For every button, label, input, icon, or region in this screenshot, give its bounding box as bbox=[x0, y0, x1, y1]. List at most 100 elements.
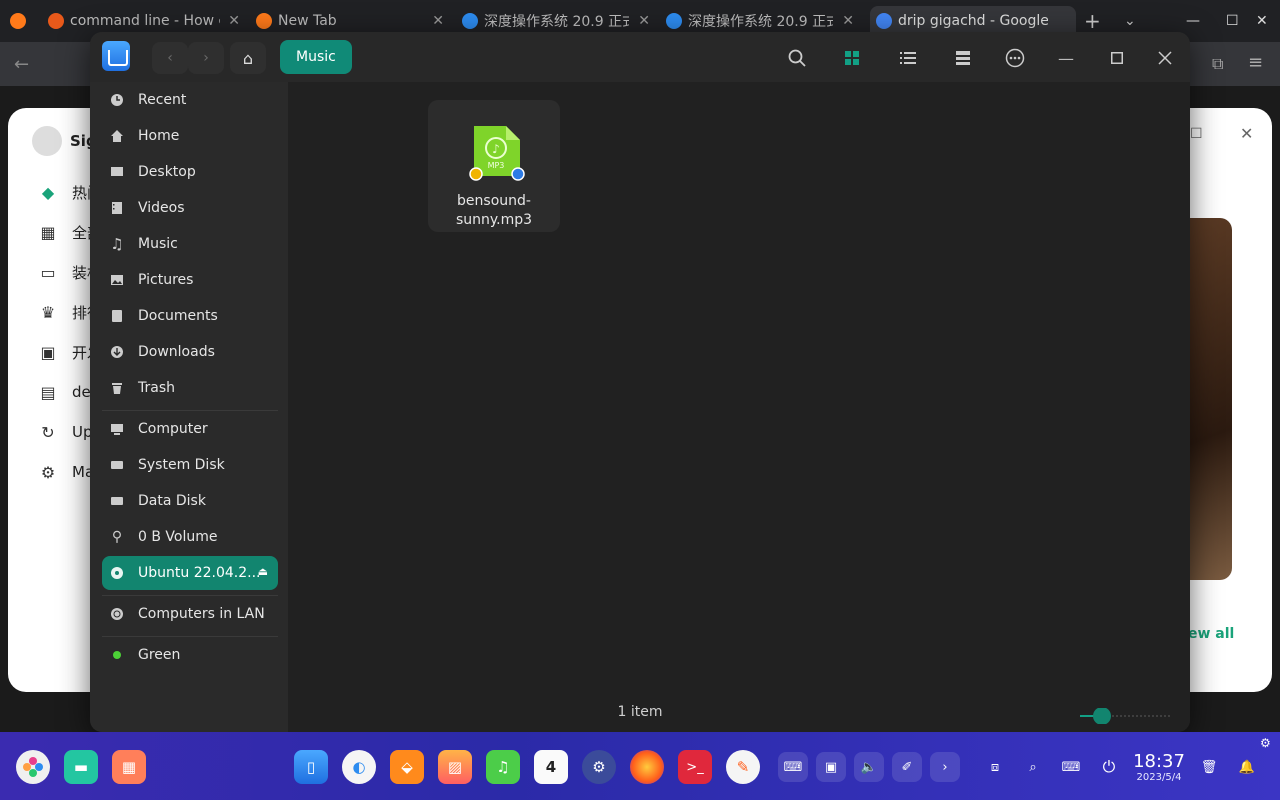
sidebar-item-music[interactable]: ♫ Music bbox=[102, 227, 278, 261]
more-options-icon[interactable] bbox=[1000, 43, 1030, 73]
file-name-label: bensound- sunny.mp3 bbox=[455, 193, 533, 228]
video-icon bbox=[108, 199, 126, 217]
sidebar-item-data-disk[interactable]: Data Disk bbox=[102, 484, 278, 518]
dock-settings-gear-icon[interactable]: ⚙ bbox=[1260, 736, 1271, 750]
flame-icon: ◆ bbox=[41, 183, 55, 202]
svg-text:♪: ♪ bbox=[492, 142, 500, 156]
file-manager-titlebar: ‹ › ⌂ Music — bbox=[90, 32, 1190, 82]
close-tab-icon[interactable]: ✕ bbox=[228, 13, 240, 29]
show-desktop-icon[interactable]: ▦ bbox=[112, 750, 146, 784]
behind-banner-image bbox=[1190, 218, 1232, 580]
chat-icon: ▤ bbox=[40, 382, 56, 402]
firefox-dock-icon[interactable] bbox=[630, 750, 664, 784]
music-icon: ♫ bbox=[110, 235, 124, 253]
file-item-bensound-sunny[interactable]: ♪ MP3 bensound- sunny.mp3 bbox=[428, 100, 560, 232]
firefox-icon bbox=[256, 13, 272, 29]
tray-expand-chevron-icon[interactable]: › bbox=[930, 752, 960, 782]
sidebar-item-0b-volume[interactable]: ⚲ 0 B Volume bbox=[102, 520, 278, 554]
deepin-icon bbox=[462, 13, 478, 29]
extensions-icon[interactable]: ⧉ bbox=[1212, 54, 1223, 74]
close-tab-icon[interactable]: ✕ bbox=[432, 13, 444, 29]
search-dock-icon[interactable]: ⌕ bbox=[1018, 752, 1048, 782]
terminal-icon: ▣ bbox=[40, 343, 56, 362]
calendar-icon[interactable]: 4 bbox=[534, 750, 568, 784]
control-center-icon[interactable]: ⚙ bbox=[582, 750, 616, 784]
breadcrumb-music[interactable]: Music bbox=[280, 40, 352, 74]
browser-maximize-icon[interactable]: ☐ bbox=[1226, 6, 1242, 36]
detail-view-icon[interactable] bbox=[948, 43, 978, 73]
sidebar-item-desktop[interactable]: Desktop bbox=[102, 155, 278, 189]
eject-icon[interactable]: ⏏ bbox=[258, 565, 268, 578]
search-icon[interactable] bbox=[782, 43, 812, 73]
file-manager-window: ‹ › ⌂ Music — Recent Home Desktop Videos bbox=[90, 32, 1190, 732]
browser-menu-icon[interactable]: ≡ bbox=[1248, 52, 1263, 73]
trash-dock-icon[interactable]: 🗑 bbox=[1194, 752, 1224, 782]
file-manager-dock-icon[interactable]: ▯ bbox=[294, 750, 328, 784]
minimize-icon[interactable]: — bbox=[1051, 43, 1081, 73]
sidebar-item-documents[interactable]: Documents bbox=[102, 299, 278, 333]
sidebar-item-system-disk[interactable]: System Disk bbox=[102, 448, 278, 482]
app-store-icon[interactable]: ⬙ bbox=[390, 750, 424, 784]
document-icon bbox=[108, 307, 126, 325]
trophy-icon: ♛ bbox=[40, 303, 56, 322]
desktop-icon bbox=[108, 163, 126, 181]
terminal-dock-icon[interactable]: >_ bbox=[678, 750, 712, 784]
onscreen-keyboard-icon[interactable]: ⌨ bbox=[778, 752, 808, 782]
behind-close-icon[interactable]: ✕ bbox=[1240, 124, 1253, 143]
sidebar-item-computer[interactable]: Computer bbox=[102, 412, 278, 446]
icon-size-slider[interactable] bbox=[1080, 708, 1170, 724]
image-viewer-icon[interactable]: ▨ bbox=[438, 750, 472, 784]
browser-close-icon[interactable]: ✕ bbox=[1256, 6, 1272, 36]
sidebar-item-pictures[interactable]: Pictures bbox=[102, 263, 278, 297]
music-player-icon[interactable]: ♫ bbox=[486, 750, 520, 784]
firefox-menu-icon[interactable] bbox=[10, 6, 30, 36]
list-view-icon[interactable] bbox=[893, 43, 923, 73]
power-icon[interactable]: ⏻ bbox=[1094, 752, 1124, 782]
icon-view-icon[interactable] bbox=[837, 43, 867, 73]
status-bar-item-count: 1 item bbox=[617, 704, 663, 720]
close-icon[interactable] bbox=[1150, 43, 1180, 73]
maximize-icon[interactable] bbox=[1102, 43, 1132, 73]
draw-app-icon[interactable]: ✎ bbox=[726, 750, 760, 784]
refresh-icon: ↻ bbox=[41, 422, 55, 442]
disk-icon bbox=[108, 456, 126, 474]
sidebar-item-trash[interactable]: Trash bbox=[102, 371, 278, 405]
keyboard-layout-icon[interactable]: ⌨ bbox=[1056, 752, 1086, 782]
screen-capture-icon[interactable]: ⧈ bbox=[980, 752, 1010, 782]
sidebar-item-tag-green[interactable]: Green bbox=[102, 638, 278, 672]
disk-icon bbox=[108, 492, 126, 510]
browser-dock-icon[interactable]: ◐ bbox=[342, 750, 376, 784]
clock-time[interactable]: 18:37 bbox=[1132, 751, 1186, 772]
mp3-file-icon: ♪ MP3 bbox=[469, 126, 525, 181]
forward-button[interactable]: › bbox=[188, 42, 224, 74]
grid-icon: ▦ bbox=[40, 223, 56, 242]
picture-icon bbox=[108, 271, 126, 289]
close-tab-icon[interactable]: ✕ bbox=[638, 13, 650, 29]
screenshot-icon[interactable]: ▣ bbox=[816, 752, 846, 782]
svg-text:MP3: MP3 bbox=[488, 161, 505, 170]
computer-icon bbox=[108, 420, 126, 438]
back-button[interactable]: ‹ bbox=[152, 42, 188, 74]
notification-bell-icon[interactable]: 🔔 bbox=[1232, 752, 1262, 782]
behind-maximize-icon[interactable]: ☐ bbox=[1190, 126, 1203, 142]
launcher-icon[interactable] bbox=[16, 750, 50, 784]
sidebar-item-downloads[interactable]: Downloads bbox=[102, 335, 278, 369]
sidebar-item-videos[interactable]: Videos bbox=[102, 191, 278, 225]
view-all-link[interactable]: ew all bbox=[1188, 626, 1234, 642]
monitor-icon: ▭ bbox=[40, 263, 56, 282]
volume-muted-icon[interactable]: 🔈 bbox=[854, 752, 884, 782]
behind-item-manage[interactable]: ⚙ Ma bbox=[38, 462, 94, 482]
home-button[interactable]: ⌂ bbox=[230, 42, 266, 74]
file-view: ♪ MP3 bensound- sunny.mp3 bbox=[288, 82, 1190, 732]
download-icon bbox=[108, 343, 126, 361]
pen-tool-icon[interactable]: ✐ bbox=[892, 752, 922, 782]
sidebar-item-ubuntu-disc[interactable]: Ubuntu 22.04.2... ⏏ bbox=[102, 556, 278, 590]
multitasking-view-icon[interactable]: ▬ bbox=[64, 750, 98, 784]
browser-back-icon[interactable]: ← bbox=[14, 54, 29, 75]
sidebar-item-recent[interactable]: Recent bbox=[102, 83, 278, 117]
sidebar-item-home[interactable]: Home bbox=[102, 119, 278, 153]
clock-icon bbox=[108, 91, 126, 109]
sidebar-divider bbox=[102, 410, 278, 411]
sidebar-item-computers-in-lan[interactable]: Computers in LAN bbox=[102, 597, 278, 631]
close-tab-icon[interactable]: ✕ bbox=[842, 13, 854, 29]
